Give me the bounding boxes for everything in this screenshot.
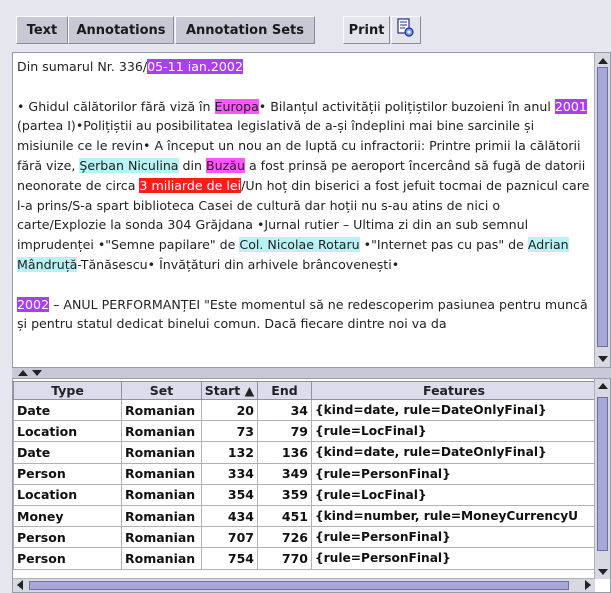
- cell-type: Money: [13, 504, 122, 528]
- cell-end: 726: [257, 526, 312, 549]
- location-annotation[interactable]: Europa: [214, 98, 259, 114]
- cell-start: 20: [201, 398, 258, 422]
- table-row[interactable]: Location Romanian 354 359 {rule=LocFinal…: [13, 483, 597, 506]
- cell-features: {kind=date, rule=DateOnlyFinal}: [311, 398, 597, 422]
- cell-start: 73: [201, 420, 258, 443]
- toolbar: Text Annotations Annotation Sets Print: [0, 0, 611, 52]
- scroll-down-arrow-icon[interactable]: [598, 356, 608, 362]
- table-scroll-up-arrow-icon[interactable]: [598, 383, 608, 389]
- column-header-type[interactable]: Type: [13, 381, 122, 400]
- scroll-up-arrow-icon[interactable]: [598, 58, 608, 64]
- cell-type: Date: [13, 398, 122, 422]
- split-up-arrow-icon[interactable]: [18, 370, 28, 376]
- cell-features: {rule=PersonFinal}: [311, 526, 597, 549]
- split-pane-divider[interactable]: [12, 368, 611, 378]
- cell-set: Romanian: [121, 483, 202, 506]
- cell-features: {rule=LocFinal}: [311, 420, 597, 443]
- person-annotation[interactable]: Şerban Niculina: [79, 157, 179, 173]
- scroll-right-arrow-icon[interactable]: [585, 580, 591, 590]
- cell-set: Romanian: [121, 398, 202, 422]
- cell-end: 770: [257, 547, 312, 570]
- table-row[interactable]: Person Romanian 334 349 {rule=PersonFina…: [13, 462, 597, 485]
- table-row[interactable]: Date Romanian 20 34 {kind=date, rule=Dat…: [13, 398, 597, 422]
- money-annotation[interactable]: 3 miliarde de lei: [139, 177, 242, 193]
- document-text-pane[interactable]: Din sumarul Nr. 336/05-11 ian.2002 • Ghi…: [12, 52, 611, 368]
- cell-type: Location: [13, 420, 122, 443]
- document-settings-button[interactable]: [391, 16, 421, 44]
- cell-start: 334: [201, 462, 258, 485]
- scroll-thumb[interactable]: [597, 67, 608, 347]
- cell-features: {rule=LocFinal}: [311, 483, 597, 506]
- document-settings-icon: [396, 18, 416, 42]
- scroll-left-arrow-icon[interactable]: [17, 580, 23, 590]
- table-row[interactable]: Person Romanian 707 726 {rule=PersonFina…: [13, 526, 597, 549]
- table-header-row: Type Set Start ▲ End Features: [13, 381, 597, 400]
- annotations-table: Type Set Start ▲ End Features Date Roman…: [13, 381, 597, 570]
- cell-features: {rule=PersonFinal}: [311, 462, 597, 485]
- cell-start: 132: [201, 441, 258, 464]
- cell-type: Location: [13, 483, 122, 506]
- cell-type: Person: [13, 462, 122, 485]
- paragraph-2: 2002 – ANUL PERFORMANȚEI "Este momentul …: [17, 296, 588, 332]
- cell-end: 359: [257, 483, 312, 506]
- table-scroll-thumb[interactable]: [597, 397, 608, 551]
- column-header-set[interactable]: Set: [121, 381, 202, 400]
- split-down-arrow-icon[interactable]: [32, 370, 42, 376]
- table-row[interactable]: Person Romanian 754 770 {rule=PersonFina…: [13, 547, 597, 570]
- table-vertical-scrollbar[interactable]: [594, 379, 610, 579]
- cell-type: Person: [13, 526, 122, 549]
- date-annotation[interactable]: 2001: [554, 98, 587, 114]
- cell-type: Date: [13, 441, 122, 464]
- cell-set: Romanian: [121, 504, 202, 528]
- table-horizontal-thumb[interactable]: [29, 581, 569, 590]
- table-row[interactable]: Money Romanian 434 451 {kind=number, rul…: [13, 504, 597, 528]
- cell-end: 136: [257, 441, 312, 464]
- annotations-table-pane: Type Set Start ▲ End Features Date Roman…: [12, 378, 611, 593]
- cell-start: 434: [201, 504, 258, 528]
- cell-features: {kind=number, rule=MoneyCurrencyU: [311, 504, 597, 528]
- table-row[interactable]: Location Romanian 73 79 {rule=LocFinal}: [13, 420, 597, 443]
- cell-features: {rule=PersonFinal}: [311, 547, 597, 570]
- column-header-start[interactable]: Start ▲: [201, 381, 258, 400]
- table-row[interactable]: Date Romanian 132 136 {kind=date, rule=D…: [13, 441, 597, 464]
- column-header-features[interactable]: Features: [311, 381, 597, 400]
- table-scroll-down-arrow-icon[interactable]: [598, 569, 608, 575]
- text-vertical-scrollbar[interactable]: [594, 53, 610, 367]
- date-annotation[interactable]: 05-11 ian.2002: [147, 59, 243, 74]
- cell-start: 707: [201, 526, 258, 549]
- cell-type: Person: [13, 547, 122, 570]
- table-horizontal-scrollbar[interactable]: [13, 578, 595, 592]
- document-header: Din sumarul Nr. 336/05-11 ian.2002: [17, 59, 243, 74]
- cell-set: Romanian: [121, 420, 202, 443]
- column-header-end[interactable]: End: [257, 381, 312, 400]
- tab-annotations[interactable]: Annotations: [68, 16, 174, 44]
- cell-set: Romanian: [121, 526, 202, 549]
- document-text[interactable]: Din sumarul Nr. 336/05-11 ian.2002 • Ghi…: [17, 57, 593, 363]
- cell-start: 354: [201, 483, 258, 506]
- paragraph-1: • Ghidul călătorilor fără viză în Europa…: [17, 98, 590, 272]
- date-annotation[interactable]: 2002: [17, 296, 50, 312]
- cell-end: 451: [257, 504, 312, 528]
- location-annotation[interactable]: Buzău: [206, 157, 245, 173]
- cell-set: Romanian: [121, 462, 202, 485]
- cell-end: 349: [257, 462, 312, 485]
- cell-set: Romanian: [121, 547, 202, 570]
- print-button[interactable]: Print: [343, 16, 390, 44]
- person-annotation[interactable]: Col. Nicolae Rotaru: [239, 237, 360, 253]
- tab-annotation-sets[interactable]: Annotation Sets: [175, 16, 315, 44]
- cell-features: {kind=date, rule=DateOnlyFinal}: [311, 441, 597, 464]
- cell-end: 79: [257, 420, 312, 443]
- cell-set: Romanian: [121, 441, 202, 464]
- tab-text[interactable]: Text: [16, 16, 68, 44]
- cell-start: 754: [201, 547, 258, 570]
- cell-end: 34: [257, 398, 312, 422]
